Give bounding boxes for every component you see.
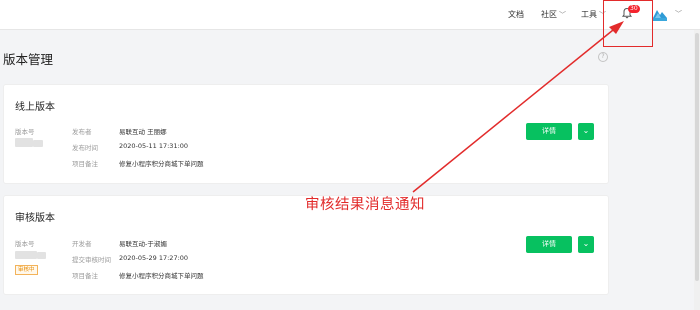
remark-value: 修复小程序积分商城下单问题 [119,272,204,280]
detail-button[interactable]: 详情 [526,123,572,140]
more-options-button[interactable]: ⌄ [578,236,594,253]
status-badge: 审核中 [15,265,38,275]
nav-tools-label: 工具 [581,10,597,19]
version-number-label: 版本号 [15,240,35,248]
annotation-highlight-box [603,0,653,47]
annotation-text: 审核结果消息通知 [305,197,425,213]
publisher-label: 发布者 [72,128,92,136]
nav-docs[interactable]: 文档 [508,9,524,20]
detail-button[interactable]: 详情 [526,236,572,253]
nav-community-label: 社区 [541,10,557,19]
version-number-blurred [15,251,37,259]
chevron-down-icon: ﹀ [559,11,566,19]
more-options-button[interactable]: ⌄ [578,123,594,140]
scrollbar-thumb[interactable] [695,33,699,281]
version-number-blurred [37,252,46,259]
card-title: 线上版本 [15,102,55,113]
submit-time-value: 2020-05-29 17:27:00 [119,254,189,262]
developer-label: 开发者 [72,240,92,248]
publish-time-label: 发布时间 [72,144,98,152]
remark-value: 修复小程序积分商城下单问题 [119,160,204,168]
developer-value: 易联互动-于淑媚 [119,240,167,248]
remark-label: 项目备注 [72,160,98,168]
version-number-label: 版本号 [15,128,35,136]
chevron-down-icon: ⌄ [582,239,590,248]
version-number-blurred [33,140,43,147]
publisher-value: 易联互动 王丽娜 [119,128,167,136]
submit-time-label: 提交审核时间 [72,256,111,264]
remark-label: 项目备注 [72,272,98,280]
chevron-down-icon: ⌄ [582,126,590,135]
help-icon[interactable]: ? [598,52,608,62]
card-title: 审核版本 [15,213,55,224]
publish-time-value: 2020-05-11 17:31:00 [119,142,189,150]
page-title: 版本管理 [3,52,54,67]
avatar[interactable] [652,6,668,22]
version-number-blurred [15,138,33,147]
chevron-down-icon[interactable]: ﹀ [675,9,682,19]
top-navigation-bar: 文档 社区 ﹀ 工具 ﹀ 30 ﹀ [0,0,700,30]
online-version-card: 线上版本 版本号 发布者 易联互动 王丽娜 发布时间 2020-05-11 17… [4,85,608,183]
nav-community[interactable]: 社区 ﹀ [541,9,566,20]
